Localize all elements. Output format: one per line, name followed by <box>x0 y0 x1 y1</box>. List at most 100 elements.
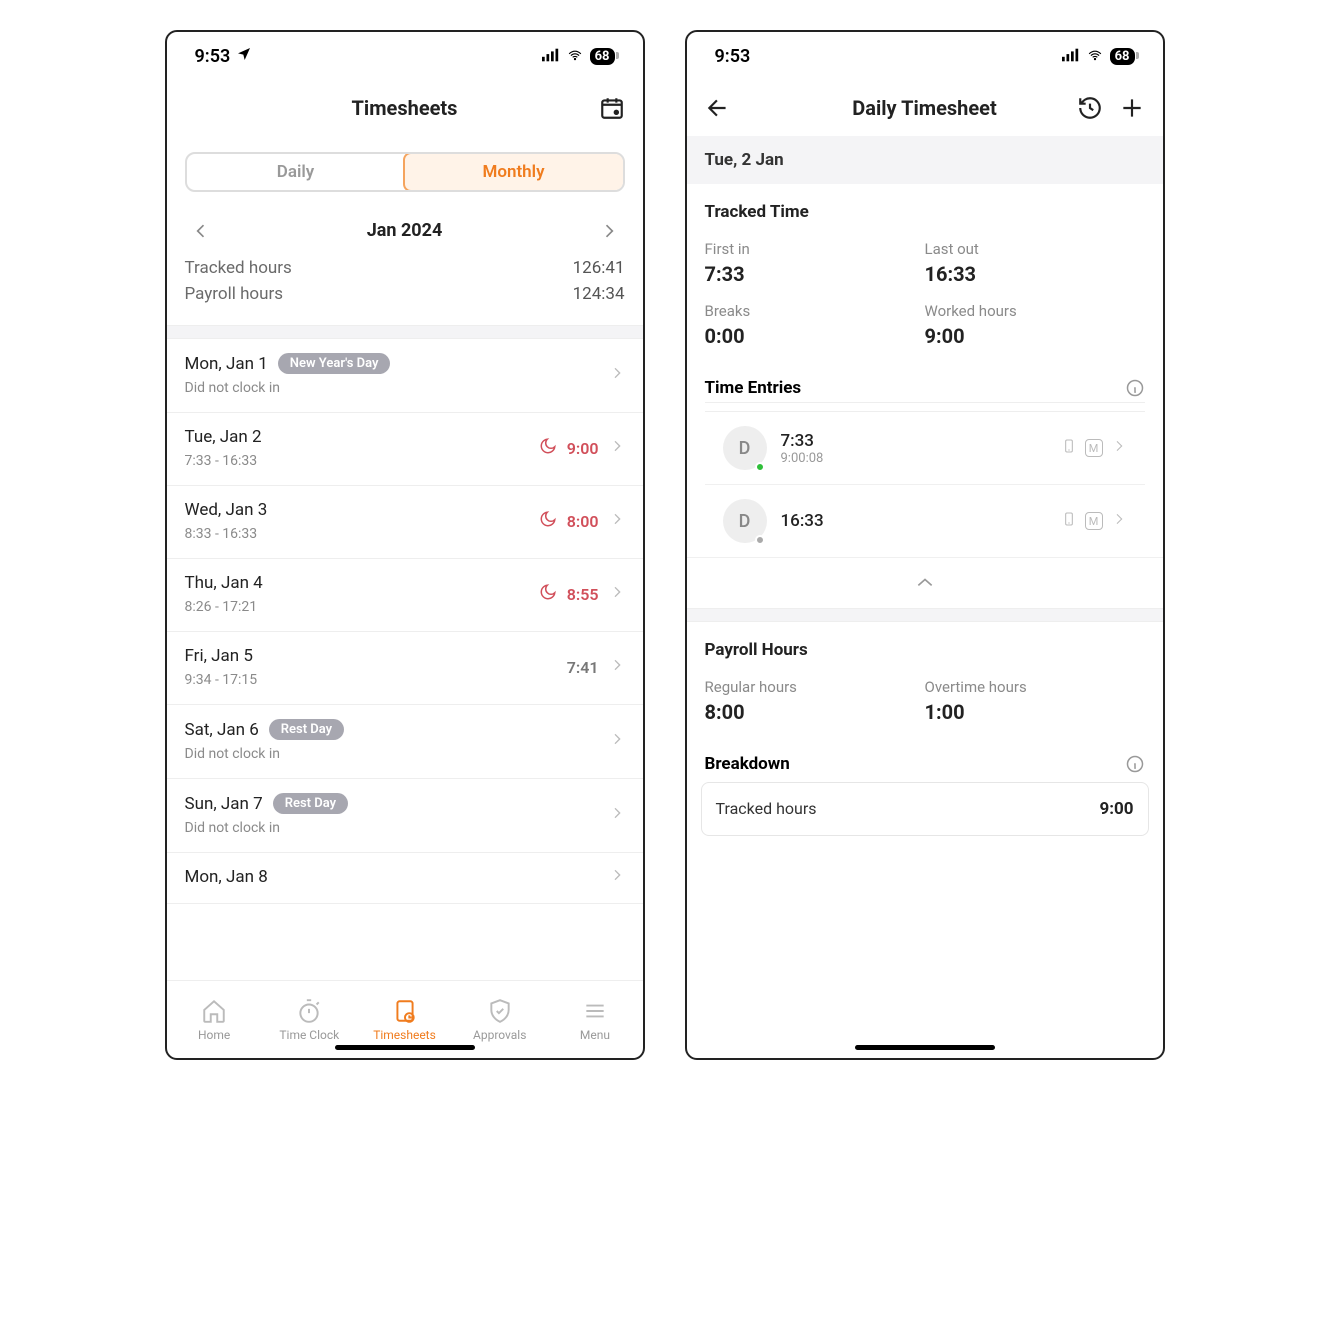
status-time: 9:53 <box>715 46 751 67</box>
header: Timesheets <box>167 80 643 136</box>
selected-date: Tue, 2 Jan <box>687 136 1163 184</box>
day-row[interactable]: Mon, Jan 8 <box>167 853 643 904</box>
entry-time: 16:33 <box>781 511 1047 531</box>
entry-row[interactable]: D 16:33 M <box>705 484 1145 557</box>
status-time: 9:53 <box>195 46 231 67</box>
day-sub: 8:26 - 17:21 <box>185 599 263 615</box>
next-month-button[interactable] <box>599 221 619 241</box>
regular-hours-label: Regular hours <box>705 678 925 696</box>
breakdown-value: 9:00 <box>1099 799 1133 819</box>
header: Daily Timesheet <box>687 80 1163 136</box>
info-icon[interactable] <box>1125 378 1145 398</box>
day-row[interactable]: Fri, Jan 5 9:34 - 17:15 7:41 <box>167 632 643 705</box>
status-bar: 9:53 68 <box>687 32 1163 80</box>
month-navigator: Jan 2024 <box>167 200 643 255</box>
section-divider <box>167 325 643 339</box>
day-badge: New Year's Day <box>278 353 391 374</box>
chevron-right-icon <box>609 657 625 677</box>
collapse-toggle[interactable] <box>687 557 1163 608</box>
breakdown-box: Tracked hours 9:00 <box>701 782 1149 836</box>
m-badge: M <box>1085 512 1103 530</box>
entries-list: D 7:33 9:00:08 M D 16:33 M <box>687 403 1163 557</box>
payroll-hours-heading: Payroll Hours <box>687 622 1163 670</box>
chevron-right-icon <box>609 511 625 531</box>
history-icon[interactable] <box>1077 95 1103 121</box>
day-row[interactable]: Wed, Jan 3 8:33 - 16:33 8:00 <box>167 486 643 559</box>
info-icon[interactable] <box>1125 754 1145 774</box>
day-date: Mon, Jan 1 <box>185 354 268 374</box>
day-row[interactable]: Tue, Jan 2 7:33 - 16:33 9:00 <box>167 413 643 486</box>
chevron-right-icon <box>609 731 625 751</box>
day-row[interactable]: Thu, Jan 4 8:26 - 17:21 8:55 <box>167 559 643 632</box>
day-sub: 8:33 - 16:33 <box>185 526 268 542</box>
home-indicator <box>335 1045 475 1050</box>
moon-icon <box>539 437 557 459</box>
avatar: D <box>723 426 767 470</box>
segmented-control: Daily Monthly <box>185 152 625 192</box>
day-sub: Did not clock in <box>185 746 345 762</box>
breakdown-heading: Breakdown <box>705 754 790 774</box>
signal-icon <box>1062 46 1080 67</box>
chevron-right-icon <box>1111 509 1127 533</box>
worked-label: Worked hours <box>925 302 1145 320</box>
battery-icon: 68 <box>1110 48 1135 65</box>
shield-check-icon <box>487 998 513 1024</box>
tab-home[interactable]: Home <box>167 981 262 1058</box>
segment-monthly[interactable]: Monthly <box>403 152 625 192</box>
last-out-label: Last out <box>925 240 1145 258</box>
chevron-right-icon <box>609 584 625 604</box>
tracked-time-heading: Tracked Time <box>687 184 1163 232</box>
payroll-hours-label: Payroll hours <box>185 284 284 304</box>
day-hours: 8:00 <box>567 512 599 531</box>
day-badge: Rest Day <box>269 719 344 740</box>
page-title: Timesheets <box>352 96 458 120</box>
day-hours: 7:41 <box>567 658 599 677</box>
phone-icon <box>1061 509 1077 533</box>
tracked-hours-value: 126:41 <box>573 258 625 278</box>
day-row[interactable]: Mon, Jan 1New Year's Day Did not clock i… <box>167 339 643 413</box>
page-title: Daily Timesheet <box>852 96 996 120</box>
payroll-hours-value: 124:34 <box>573 284 625 304</box>
day-hours: 9:00 <box>567 439 599 458</box>
home-icon <box>201 998 227 1024</box>
segment-daily[interactable]: Daily <box>187 154 405 190</box>
back-button[interactable] <box>705 95 731 121</box>
breakdown-label: Tracked hours <box>716 799 817 819</box>
day-date: Wed, Jan 3 <box>185 500 268 520</box>
day-date: Mon, Jan 8 <box>185 867 268 887</box>
tracked-time-grid: First in7:33 Last out16:33 Breaks0:00 Wo… <box>687 232 1163 362</box>
phone-daily-timesheet: 9:53 68 Daily Timesheet Tue, 2 Jan Track… <box>685 30 1165 1060</box>
battery-icon: 68 <box>590 48 615 65</box>
location-icon <box>236 46 252 67</box>
calendar-icon[interactable] <box>599 95 625 121</box>
overtime-hours-label: Overtime hours <box>925 678 1145 696</box>
entry-time: 7:33 <box>781 431 1047 451</box>
menu-icon <box>582 998 608 1024</box>
wifi-icon <box>566 46 584 67</box>
day-list: Mon, Jan 1 New Year's Day Did not clock i… <box>167 339 643 980</box>
breaks-value: 0:00 <box>705 324 925 348</box>
day-row[interactable]: Sat, Jan 6 Rest Day Did not clock in <box>167 705 643 779</box>
add-button[interactable] <box>1119 95 1145 121</box>
timesheet-icon <box>392 998 418 1024</box>
stopwatch-icon <box>296 998 322 1024</box>
time-entries-heading: Time Entries <box>705 378 802 398</box>
day-sub: 9:34 - 17:15 <box>185 672 258 688</box>
chevron-right-icon <box>609 867 625 887</box>
wifi-icon <box>1086 46 1104 67</box>
phone-monthly-timesheets: 9:53 68 Timesheets Daily Monthly Jan 202… <box>165 30 645 1060</box>
chevron-right-icon <box>1111 436 1127 460</box>
day-date: Sat, Jan 6 <box>185 720 259 740</box>
payroll-grid: Regular hours8:00 Overtime hours1:00 <box>687 670 1163 738</box>
phone-icon <box>1061 436 1077 460</box>
status-bar: 9:53 68 <box>167 32 643 80</box>
tab-menu[interactable]: Menu <box>547 981 642 1058</box>
status-dot <box>755 462 765 472</box>
status-dot <box>755 535 765 545</box>
day-row[interactable]: Sun, Jan 7Rest Day Did not clock in <box>167 779 643 853</box>
entry-row[interactable]: D 7:33 9:00:08 M <box>705 411 1145 484</box>
breaks-label: Breaks <box>705 302 925 320</box>
m-badge: M <box>1085 439 1103 457</box>
last-out-value: 16:33 <box>925 262 1145 286</box>
prev-month-button[interactable] <box>191 221 211 241</box>
